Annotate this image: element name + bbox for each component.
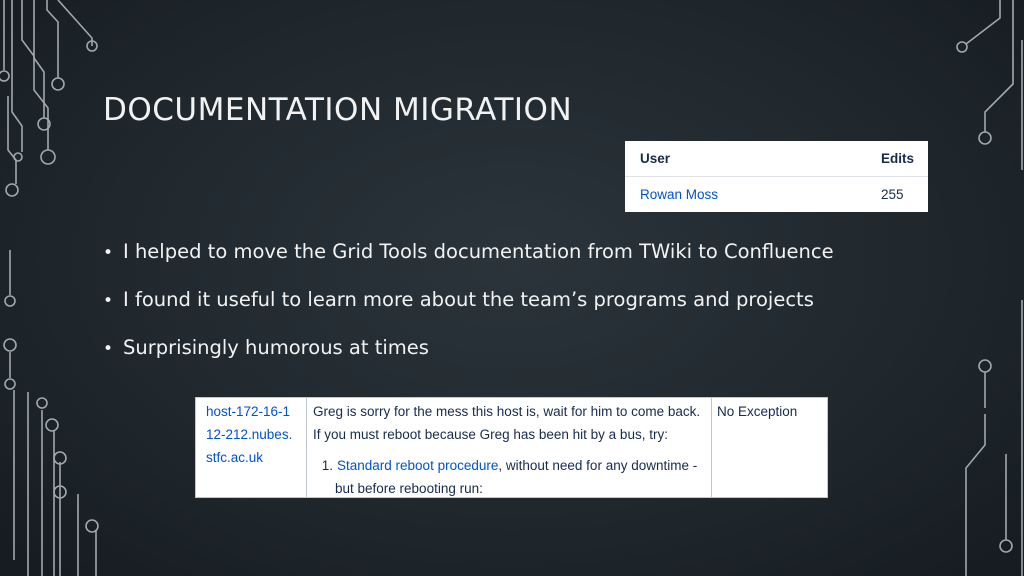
slide-title: DOCUMENTATION MIGRATION [103, 92, 573, 128]
bullet-icon: • [103, 291, 114, 311]
user-edits-table: User Edits Rowan Moss 255 [625, 141, 928, 212]
host-cell: host-172-16-112-212.nubes.stfc.ac.uk [196, 398, 307, 497]
bullet-item: • I found it useful to learn more about t… [103, 288, 834, 336]
host-link[interactable]: host-172-16-112-212.nubes.stfc.ac.uk [206, 400, 296, 469]
exception-cell: No Exception [711, 398, 827, 497]
step-text: , without need for any downtime - [498, 458, 698, 473]
table-row: Rowan Moss 255 [625, 177, 928, 212]
bullet-item: • Surprisingly humorous at times [103, 336, 834, 384]
host-message: Greg is sorry for the mess this host is,… [313, 404, 701, 442]
bullet-list: • I helped to move the Grid Tools documen… [103, 240, 834, 384]
bullet-text: I found it useful to learn more about th… [123, 288, 814, 311]
reboot-procedure-link[interactable]: Standard reboot procedure [337, 458, 498, 473]
message-cell: Greg is sorry for the mess this host is,… [306, 398, 712, 497]
bullet-icon: • [103, 339, 114, 359]
header-edits: Edits [881, 151, 915, 166]
bullet-item: • I helped to move the Grid Tools documen… [103, 240, 834, 288]
bullet-text: I helped to move the Grid Tools document… [123, 240, 834, 263]
exception-text: No Exception [717, 404, 798, 419]
host-note-screenshot: host-172-16-112-212.nubes.stfc.ac.uk Gre… [195, 397, 828, 498]
header-user: User [640, 151, 671, 166]
table-header-row: User Edits [625, 141, 928, 177]
bullet-text: Surprisingly humorous at times [123, 336, 429, 359]
reboot-step: 1. Standard reboot procedure, without nee… [313, 454, 708, 477]
user-name-link[interactable]: Rowan Moss [640, 187, 718, 202]
bullet-icon: • [103, 243, 114, 263]
step-continuation: but before rebooting run: [335, 481, 483, 496]
edit-count: 255 [881, 187, 904, 202]
step-number: 1. [321, 458, 333, 473]
